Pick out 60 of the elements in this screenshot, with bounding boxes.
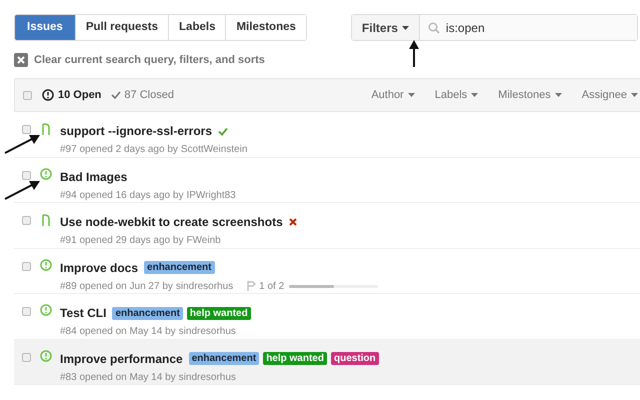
issue-icon xyxy=(40,304,52,316)
issue-title-link[interactable]: Test CLI xyxy=(60,304,106,322)
filter-dropdown[interactable]: Assignee xyxy=(582,86,638,104)
label-tag[interactable]: enhancement xyxy=(144,261,214,274)
issue-title-link[interactable]: support --ignore-ssl-errors xyxy=(60,122,212,140)
issue-icon xyxy=(40,258,52,270)
issue-meta-text: #89 opened on Jun 27 by xyxy=(60,280,173,294)
checkbox[interactable] xyxy=(22,352,31,362)
issue-meta-text: #83 opened on May 14 by xyxy=(60,370,176,384)
tab[interactable]: Milestones xyxy=(225,15,306,40)
label-tag[interactable]: enhancement xyxy=(112,306,183,320)
issue-row[interactable]: Improve docs enhancement #89 opened on Jun 27 by sindresorhus 1 of 2 xyxy=(14,248,640,294)
annotation-arrow xyxy=(4,180,40,200)
checkbox[interactable] xyxy=(22,216,31,225)
annotation-arrow xyxy=(408,40,420,67)
check-icon xyxy=(111,90,122,100)
check-icon xyxy=(218,126,228,136)
tab[interactable]: Issues xyxy=(15,15,75,40)
checkbox[interactable] xyxy=(22,307,31,316)
author-link[interactable]: sindresorhus xyxy=(178,324,236,339)
issue-title-link[interactable]: Use node-webkit to create screenshots xyxy=(60,213,283,231)
filter-dropdown[interactable]: Author xyxy=(371,86,415,104)
issue-meta-text: #91 opened 29 days ago by xyxy=(60,234,184,248)
issue-meta-text: #97 opened 2 days ago by xyxy=(60,143,178,157)
checkbox[interactable] xyxy=(23,90,32,100)
issue-meta-text: #94 opened 16 days ago by xyxy=(60,188,184,202)
caret-icon xyxy=(471,93,478,97)
label-tag[interactable]: help wanted xyxy=(263,352,327,365)
author-link[interactable]: IPWright83 xyxy=(186,188,236,202)
filter-dropdown[interactable]: Milestones xyxy=(498,86,562,104)
issue-title-link[interactable]: Bad Images xyxy=(60,168,128,186)
caret-icon xyxy=(554,93,562,97)
cross-icon xyxy=(288,218,297,226)
alert-icon xyxy=(42,89,54,101)
issue-title-link[interactable]: Improve docs xyxy=(60,258,138,276)
annotation-arrow xyxy=(4,134,40,154)
label-tag[interactable]: enhancement xyxy=(188,352,260,365)
open-count-tab[interactable]: 10 Open xyxy=(58,86,102,104)
issue-icon xyxy=(40,168,52,180)
label-tag[interactable]: question xyxy=(330,352,379,365)
milestone-progress-text: 1 of 2 xyxy=(259,280,284,294)
caret-icon xyxy=(408,93,415,97)
close-icon[interactable] xyxy=(14,53,28,67)
label-tag[interactable]: help wanted xyxy=(186,306,251,320)
checkbox[interactable] xyxy=(22,262,31,270)
issue-title-link[interactable]: Improve performance xyxy=(60,350,183,368)
author-link[interactable]: sindresorhus xyxy=(176,278,234,294)
clear-filters-link[interactable]: Clear current search query, filters, and sorts xyxy=(34,52,265,68)
filter-dropdown[interactable]: Labels xyxy=(434,86,478,104)
issue-meta-text: #84 opened on May 14 by xyxy=(60,325,176,339)
issue-icon xyxy=(40,350,52,362)
issue-row[interactable]: Bad Images #94 opened 16 days ago by IPWright83 xyxy=(14,158,640,203)
checkbox[interactable] xyxy=(22,170,31,180)
caret-icon xyxy=(631,93,638,97)
closed-count-tab[interactable]: 87 Closed xyxy=(124,86,174,104)
author-link[interactable]: ScottWeinstein xyxy=(180,142,248,157)
issue-row[interactable]: Improve performance enhancement help wanted question #83 opened on May 14 by sindresorhus xyxy=(14,340,640,385)
checkbox[interactable] xyxy=(22,125,31,134)
author-link[interactable]: FWeinb xyxy=(186,233,221,248)
milestone-icon xyxy=(247,281,256,291)
